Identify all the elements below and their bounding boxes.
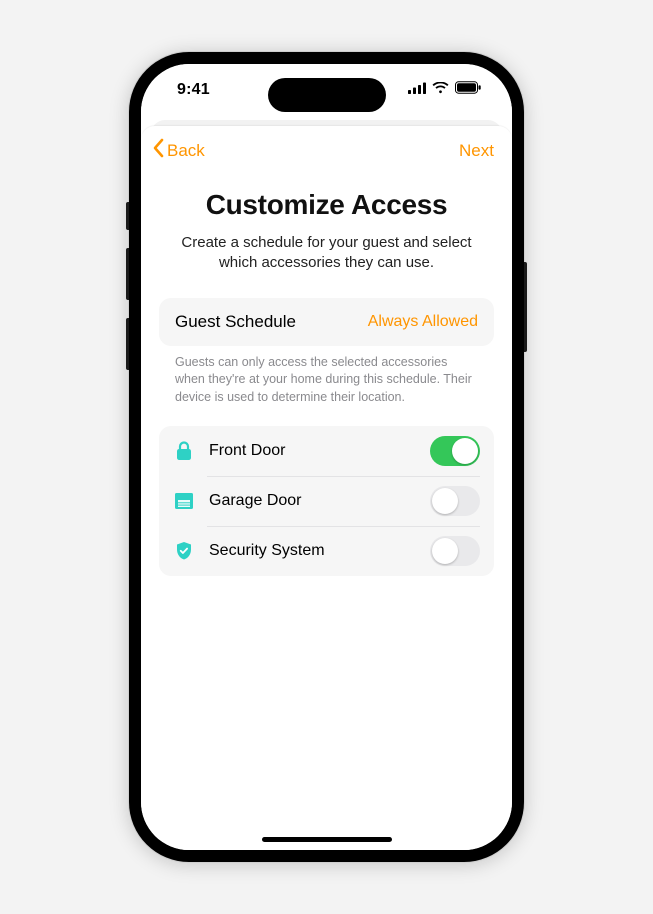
- accessory-list: Front Door Garage Door: [159, 426, 494, 576]
- garage-icon: [171, 492, 197, 510]
- accessory-row-garage-door: Garage Door: [159, 476, 494, 526]
- schedule-caption: Guests can only access the selected acce…: [159, 346, 494, 407]
- toggle-front-door[interactable]: [430, 436, 480, 466]
- accessory-label: Security System: [209, 542, 430, 560]
- toggle-security-system[interactable]: [430, 536, 480, 566]
- shield-icon: [171, 541, 197, 561]
- accessory-label: Garage Door: [209, 492, 430, 510]
- next-button[interactable]: Next: [459, 141, 494, 161]
- modal-sheet: Back Next Customize Access Create a sche…: [141, 126, 512, 850]
- phone-side-buttons: [126, 202, 129, 388]
- phone-power-button: [524, 262, 527, 352]
- next-label: Next: [459, 141, 494, 161]
- screen: 9:41: [141, 64, 512, 850]
- page-subtitle: Create a schedule for your guest and sel…: [167, 233, 486, 274]
- home-indicator[interactable]: [262, 837, 392, 842]
- page-title: Customize Access: [159, 189, 494, 221]
- phone-frame: 9:41: [129, 52, 524, 862]
- guest-schedule-row[interactable]: Guest Schedule Always Allowed: [159, 298, 494, 346]
- back-button[interactable]: Back: [151, 138, 205, 163]
- cellular-icon: [408, 81, 426, 99]
- battery-icon: [455, 81, 482, 99]
- accessory-label: Front Door: [209, 442, 430, 460]
- status-indicators: [408, 81, 482, 99]
- lock-icon: [171, 441, 197, 461]
- chevron-left-icon: [151, 138, 167, 163]
- toggle-garage-door[interactable]: [430, 486, 480, 516]
- accessory-row-front-door: Front Door: [159, 426, 494, 476]
- schedule-value: Always Allowed: [368, 313, 478, 331]
- content: Customize Access Create a schedule for y…: [141, 169, 512, 576]
- dynamic-island: [268, 78, 386, 112]
- schedule-label: Guest Schedule: [175, 312, 296, 332]
- accessory-row-security-system: Security System: [159, 526, 494, 576]
- status-time: 9:41: [177, 81, 210, 99]
- nav-bar: Back Next: [141, 126, 512, 169]
- back-label: Back: [167, 141, 205, 161]
- wifi-icon: [432, 81, 449, 99]
- schedule-card: Guest Schedule Always Allowed: [159, 298, 494, 346]
